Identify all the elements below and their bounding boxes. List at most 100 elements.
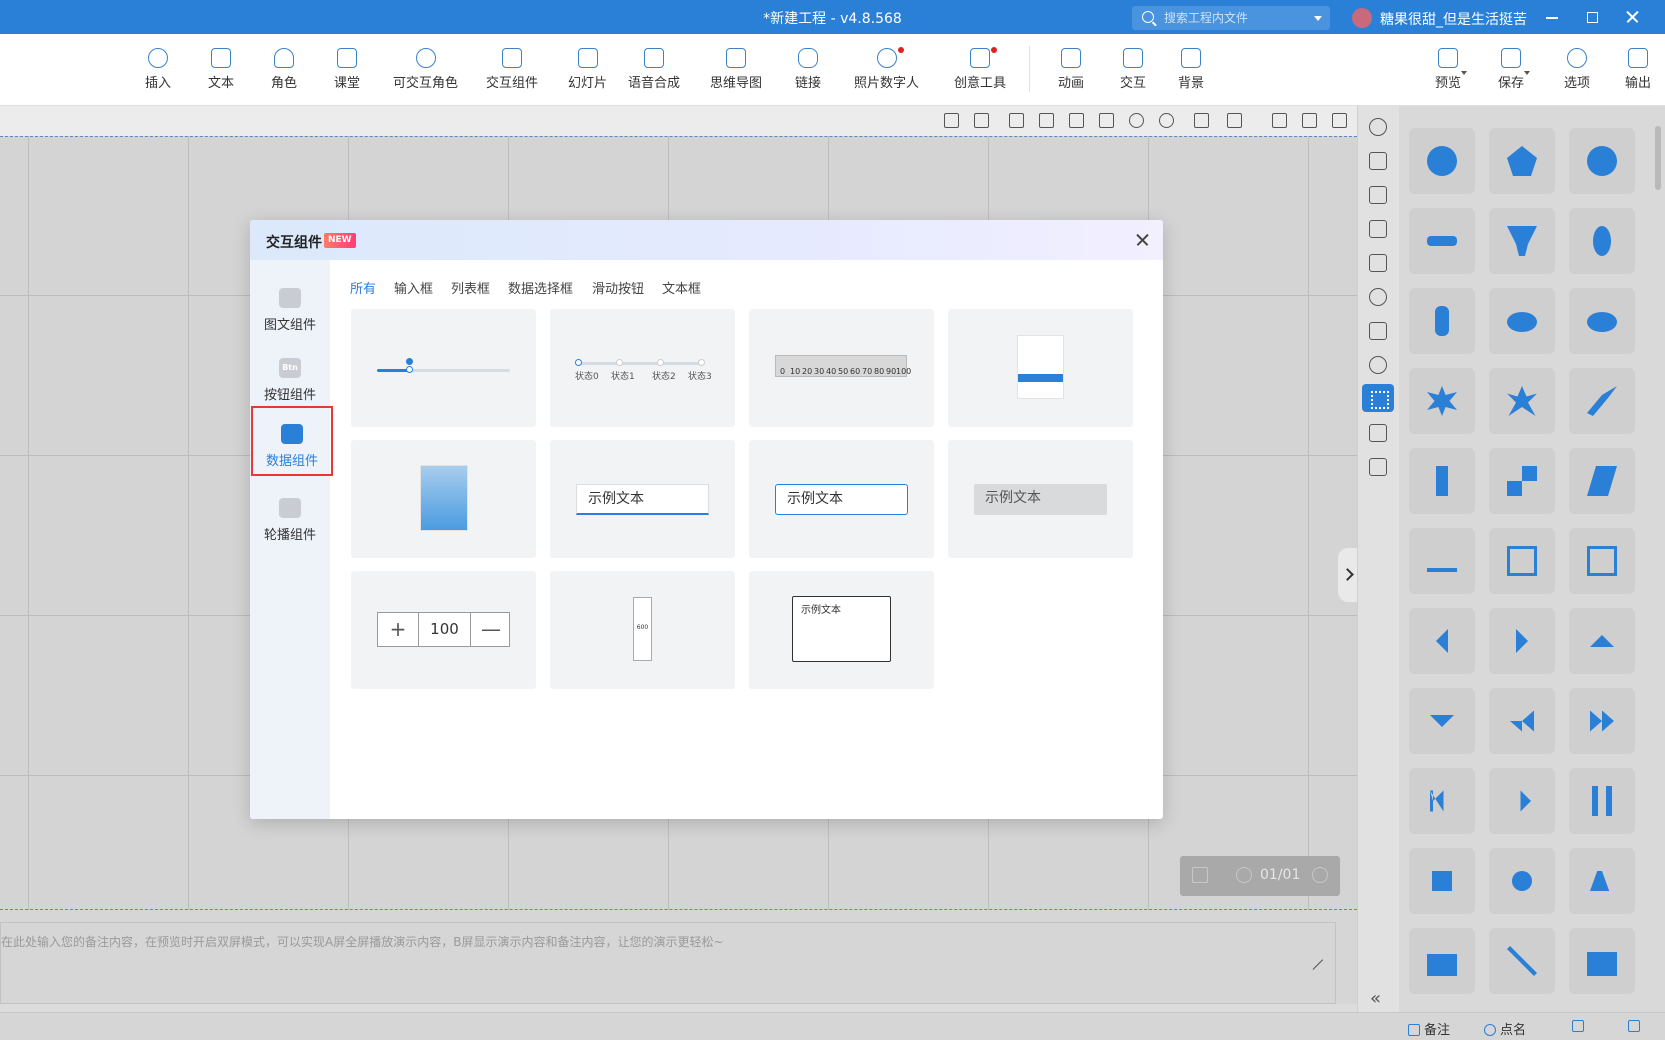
sunglasses-icon[interactable] — [1409, 208, 1475, 274]
pepper-icon[interactable] — [1569, 368, 1635, 434]
lock-icon[interactable] — [1227, 113, 1242, 128]
close-icon[interactable] — [1135, 232, 1151, 248]
arrow-right-icon[interactable] — [1489, 608, 1555, 674]
category-carousel[interactable]: 轮播组件 — [250, 482, 330, 548]
document-icon[interactable] — [1369, 220, 1387, 238]
rewind-icon[interactable] — [1489, 688, 1555, 754]
toolbar-interaction[interactable]: 交互 — [1120, 48, 1146, 91]
card-listbox[interactable] — [351, 440, 536, 558]
explosion-icon[interactable] — [1489, 368, 1555, 434]
copy-icon[interactable] — [1069, 113, 1084, 128]
medal-icon[interactable] — [1569, 208, 1635, 274]
minimize-icon[interactable] — [1544, 9, 1560, 25]
toolbar-digital-human[interactable]: 照片数字人 — [854, 47, 919, 91]
project-search-input[interactable]: 搜索工程内文件 — [1132, 6, 1330, 30]
screenshot-settings-icon[interactable] — [1302, 113, 1317, 128]
stop-icon[interactable] — [1409, 848, 1475, 914]
minimize-window-icon[interactable] — [1409, 528, 1475, 594]
image-icon[interactable] — [1369, 186, 1387, 204]
dropdown-caret-icon[interactable] — [1524, 71, 1530, 75]
card-step-slider[interactable]: 状态0 状态1 状态2 状态3 — [550, 309, 735, 427]
align-icon[interactable] — [1194, 113, 1209, 128]
shapes-icon[interactable] — [1369, 118, 1387, 136]
card-input-outline[interactable]: 示例文本 — [749, 440, 934, 558]
burst-icon[interactable] — [1409, 368, 1475, 434]
screen-toggle[interactable] — [1572, 1019, 1588, 1034]
toolbar-preview[interactable]: 预览 — [1435, 48, 1467, 91]
arrow-down-icon[interactable] — [1409, 688, 1475, 754]
card-input-underline[interactable]: 示例文本 — [550, 440, 735, 558]
toolbar-classroom[interactable]: 课堂 — [334, 48, 360, 91]
window-close-icon[interactable] — [1624, 9, 1640, 25]
toolbar-role[interactable]: 角色 — [271, 48, 297, 91]
zoom-out-icon[interactable] — [1159, 113, 1174, 128]
tab-input[interactable]: 输入框 — [394, 278, 433, 297]
username[interactable]: 糖果很甜_但是生活挺苦 — [1380, 9, 1527, 29]
library-scrollbar[interactable] — [1655, 126, 1661, 190]
next-page-icon[interactable] — [1312, 867, 1328, 883]
arrow-up-icon[interactable] — [1569, 608, 1635, 674]
arrow-left-icon[interactable] — [1409, 608, 1475, 674]
toolbar-slides[interactable]: 幻灯片 — [568, 48, 607, 91]
toolbar-creative-tools[interactable]: 创意工具 — [954, 47, 1006, 91]
crane-icon[interactable] — [1569, 928, 1635, 994]
speech-bubble-icon[interactable] — [1489, 288, 1555, 354]
ribbon-icon[interactable] — [1409, 448, 1475, 514]
tab-textbox[interactable]: 文本框 — [662, 278, 701, 297]
toolbar-text[interactable]: 文本 — [208, 48, 234, 91]
toolbar-background[interactable]: 背景 — [1178, 48, 1204, 91]
category-image-text[interactable]: 图文组件 — [250, 272, 330, 338]
category-button[interactable]: Btn 按钮组件 — [250, 342, 330, 408]
text-box-icon[interactable] — [1369, 152, 1387, 170]
ruler-icon[interactable] — [944, 113, 959, 128]
toolbar-mindmap[interactable]: 思维导图 — [710, 48, 762, 91]
paste-icon[interactable] — [1099, 113, 1114, 128]
compass-icon[interactable] — [1369, 356, 1387, 374]
tab-slider[interactable]: 滑动按钮 — [592, 278, 644, 297]
trophy-icon[interactable] — [1489, 208, 1555, 274]
zoom-in-icon[interactable] — [1129, 113, 1144, 128]
card-stepper[interactable]: + 100 — — [351, 571, 536, 689]
rotate-left-icon[interactable] — [1009, 113, 1024, 128]
pause-icon[interactable] — [1569, 768, 1635, 834]
window-icon[interactable] — [1489, 528, 1555, 594]
prev-page-icon[interactable] — [1236, 867, 1252, 883]
rotate-right-icon[interactable] — [1039, 113, 1054, 128]
home-page-icon[interactable] — [1192, 867, 1208, 883]
scroll-icon[interactable] — [1409, 288, 1475, 354]
card-slider[interactable] — [351, 309, 536, 427]
restore-window-icon[interactable] — [1569, 528, 1635, 594]
star-icon[interactable] — [1369, 458, 1387, 476]
tab-listbox[interactable]: 列表框 — [451, 278, 490, 297]
dropdown-caret-icon[interactable] — [1461, 71, 1467, 75]
window-toggle[interactable] — [1628, 1019, 1644, 1034]
maximize-icon[interactable] — [1584, 9, 1600, 25]
expand-icon[interactable] — [1311, 959, 1323, 971]
camera-icon[interactable] — [1272, 113, 1287, 128]
card-dropdown-list[interactable] — [948, 309, 1133, 427]
fast-forward-icon[interactable] — [1569, 688, 1635, 754]
toolbar-interactive-role[interactable]: 可交互角色 — [393, 48, 458, 91]
home-icon[interactable] — [974, 113, 989, 128]
music-icon[interactable] — [1369, 288, 1387, 306]
components-grid-icon[interactable] — [1362, 384, 1394, 412]
search-dropdown-icon[interactable] — [1314, 16, 1322, 21]
toolbar-link[interactable]: 链接 — [795, 48, 821, 91]
user-avatar[interactable] — [1352, 8, 1372, 28]
toolbar-insert[interactable]: 插入 — [145, 48, 171, 91]
parallelogram-icon[interactable] — [1569, 448, 1635, 514]
tools-icon[interactable] — [1489, 928, 1555, 994]
toolbar-export[interactable]: 输出 — [1625, 48, 1651, 91]
tab-all[interactable]: 所有 — [350, 278, 376, 297]
card-ruler-slider[interactable]: 0 10 20 30 40 50 60 70 80 90 100 — [749, 309, 934, 427]
no-entry-icon[interactable] — [1569, 128, 1635, 194]
toolbar-save[interactable]: 保存 — [1498, 48, 1530, 91]
font-size-icon[interactable] — [1569, 848, 1635, 914]
toolbar-speech-synthesis[interactable]: 语音合成 — [628, 48, 680, 91]
skip-back-icon[interactable] — [1409, 768, 1475, 834]
record-icon[interactable] — [1489, 848, 1555, 914]
toolbar-options[interactable]: 选项 — [1564, 48, 1590, 91]
category-data[interactable]: 数据组件 — [251, 406, 333, 476]
rollcall-button[interactable]: 点名 — [1484, 1019, 1526, 1038]
squares-icon[interactable] — [1489, 448, 1555, 514]
